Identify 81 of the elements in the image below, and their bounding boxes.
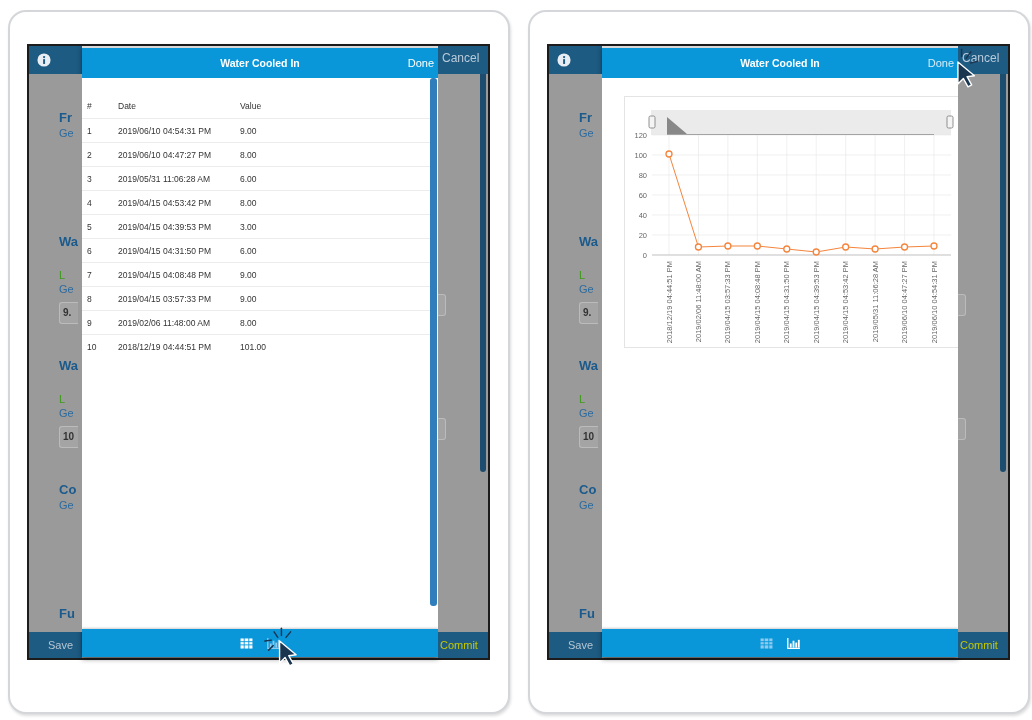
zoom-slider-drawing[interactable] — [648, 110, 954, 135]
section-heading: Wa — [59, 234, 79, 250]
table-cell: 10 — [82, 334, 117, 358]
scrollbar[interactable] — [480, 74, 486, 472]
table-cell: 2019/04/15 04:31:50 PM — [117, 238, 239, 263]
input-field[interactable]: 9. — [579, 302, 598, 324]
section-heading: Wa — [579, 358, 599, 374]
input-field[interactable] — [958, 294, 966, 316]
table-cell: 1 — [82, 118, 117, 143]
done-button[interactable]: Done — [927, 57, 954, 69]
field-description: Ge — [579, 282, 594, 296]
info-icon[interactable] — [557, 53, 571, 67]
data-point — [871, 245, 879, 253]
data-point — [842, 243, 850, 251]
input-field[interactable] — [958, 418, 966, 440]
table-cell: 3 — [82, 166, 117, 191]
table-cell: 4 — [82, 190, 117, 215]
field-description: Ge — [59, 126, 74, 140]
done-button[interactable]: Done — [407, 57, 434, 69]
input-field[interactable] — [438, 418, 446, 440]
commit-button[interactable]: Commit — [440, 639, 478, 651]
section-heading: Wa — [579, 234, 599, 250]
field-description: Ge — [59, 498, 74, 512]
data-point — [753, 242, 761, 250]
field-description: Ge — [579, 126, 594, 140]
table-cell: 6 — [82, 238, 117, 263]
column-header: Value — [239, 94, 430, 119]
section-heading: Fu — [579, 606, 595, 622]
table-cell: 2019/04/15 03:57:33 PM — [117, 286, 239, 311]
table-cell: 2019/04/15 04:08:48 PM — [117, 262, 239, 287]
section-heading: Co — [59, 482, 77, 498]
input-field[interactable] — [438, 294, 446, 316]
field-description: Ge — [59, 282, 74, 296]
field-description: Ge — [579, 406, 594, 420]
field-label: L — [59, 268, 66, 282]
save-button[interactable]: Save — [568, 639, 594, 651]
cancel-button[interactable]: Cancel — [962, 51, 1000, 65]
column-header: Date — [117, 94, 239, 119]
table-cell: 5 — [82, 214, 117, 239]
table-cell: 9 — [82, 310, 117, 335]
table-cell: 2019/02/06 11:48:00 AM — [117, 310, 239, 335]
save-button[interactable]: Save — [48, 639, 74, 651]
table-cell: 8 — [82, 286, 117, 311]
column-header: # — [82, 94, 117, 119]
section-heading: Fu — [59, 606, 75, 622]
data-point — [783, 245, 791, 253]
data-point — [665, 150, 673, 158]
input-field[interactable]: 10 — [59, 426, 78, 448]
scrollbar[interactable] — [430, 78, 437, 606]
field-description: Ge — [579, 498, 594, 512]
input-field[interactable]: 10 — [579, 426, 598, 448]
field-label: L — [59, 392, 66, 406]
section-heading: Co — [579, 482, 597, 498]
data-point — [900, 243, 909, 251]
table-cell: 2018/12/19 04:44:51 PM — [117, 334, 239, 358]
info-icon[interactable] — [37, 53, 51, 67]
input-field[interactable]: 9. — [59, 302, 78, 324]
table-cell: 7 — [82, 262, 117, 287]
data-point — [694, 243, 703, 251]
table-cell: 2019/05/31 11:06:28 AM — [117, 166, 239, 191]
modal-title: Water Cooled In — [220, 57, 300, 69]
grid-icon[interactable] — [760, 637, 773, 649]
table-cell: 2019/06/10 04:47:27 PM — [117, 142, 239, 167]
data-point — [724, 242, 732, 250]
section-heading: Wa — [59, 358, 79, 374]
scrollbar[interactable] — [1000, 74, 1006, 472]
modal-title: Water Cooled In — [740, 57, 820, 69]
section-heading: Fr — [579, 110, 592, 126]
field-label: L — [579, 392, 586, 406]
field-label: L — [579, 268, 586, 282]
table-cell: 2019/04/15 04:39:53 PM — [117, 214, 239, 239]
table-cell: 2019/06/10 04:54:31 PM — [117, 118, 239, 143]
table-cell: 2019/04/15 04:53:42 PM — [117, 190, 239, 215]
table-cell: 2 — [82, 142, 117, 167]
section-heading: Fr — [59, 110, 72, 126]
field-description: Ge — [59, 406, 74, 420]
data-point — [930, 242, 938, 250]
commit-button[interactable]: Commit — [960, 639, 998, 651]
grid-icon[interactable] — [240, 637, 253, 649]
cancel-button[interactable]: Cancel — [442, 51, 480, 65]
data-point — [812, 248, 820, 256]
